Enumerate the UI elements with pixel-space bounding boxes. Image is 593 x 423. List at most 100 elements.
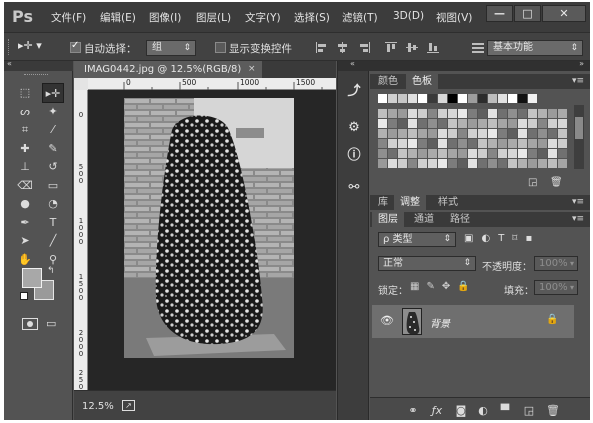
swatch[interactable]: [548, 109, 557, 118]
swatch[interactable]: [448, 129, 457, 138]
swatch[interactable]: [378, 129, 387, 138]
swatch[interactable]: [538, 149, 547, 158]
panels-header[interactable]: »: [370, 59, 590, 71]
options-grip[interactable]: [8, 39, 11, 55]
align-left-icon[interactable]: [316, 42, 328, 53]
collapse-arrows-icon[interactable]: «: [7, 59, 12, 68]
swatch[interactable]: [458, 139, 467, 148]
swatch[interactable]: [518, 109, 527, 118]
swatch[interactable]: [388, 149, 397, 158]
swatch[interactable]: [408, 129, 417, 138]
auto-select-checkbox[interactable]: ✓: [70, 40, 81, 53]
swatch[interactable]: [558, 149, 567, 158]
swatch[interactable]: [468, 139, 477, 148]
menu-file[interactable]: 文件(F): [51, 10, 86, 25]
layer-row-background[interactable]: 👁 背景 🔒: [372, 305, 574, 338]
swatch[interactable]: [508, 139, 517, 148]
horizontal-ruler[interactable]: 0 500 1000 1500: [88, 78, 336, 90]
trash-icon[interactable]: 🗑: [546, 404, 560, 418]
menu-3d[interactable]: 3D(D): [393, 10, 424, 22]
brush-tool-icon[interactable]: ✎: [42, 139, 64, 159]
swatch[interactable]: [488, 94, 497, 103]
swatch[interactable]: [418, 119, 427, 128]
move-tool-preset-icon[interactable]: ▸✛ ▾: [18, 39, 42, 52]
swatch[interactable]: [448, 119, 457, 128]
swatch[interactable]: [498, 119, 507, 128]
swatch[interactable]: [408, 159, 417, 168]
filter-adjustment-icon[interactable]: ◐: [481, 233, 498, 244]
menu-select[interactable]: 选择(S): [294, 10, 330, 25]
collapse-panels-icon[interactable]: »: [579, 59, 584, 68]
swatch[interactable]: [458, 149, 467, 158]
lock-transparent-icon[interactable]: ▦: [410, 281, 426, 292]
filter-type-icon[interactable]: T: [498, 233, 512, 244]
swatch[interactable]: [438, 149, 447, 158]
swatch[interactable]: [508, 159, 517, 168]
swatch[interactable]: [378, 94, 387, 103]
foreground-color-front[interactable]: [22, 268, 42, 288]
marquee-tool-icon[interactable]: ⬚: [14, 83, 36, 103]
eye-visibility-icon[interactable]: 👁: [380, 314, 394, 327]
swatch[interactable]: [518, 139, 527, 148]
lasso-tool-icon[interactable]: ᔕ: [14, 102, 36, 122]
swatch[interactable]: [508, 109, 517, 118]
swatch[interactable]: [458, 119, 467, 128]
swatch[interactable]: [518, 129, 527, 138]
new-layer-icon[interactable]: ◲: [522, 404, 536, 418]
maximize-button[interactable]: □: [514, 5, 541, 22]
swatch[interactable]: [528, 159, 537, 168]
swatch[interactable]: [438, 94, 447, 103]
swatch[interactable]: [398, 109, 407, 118]
swatch[interactable]: [408, 109, 417, 118]
swatch[interactable]: [458, 129, 467, 138]
stamp-tool-icon[interactable]: ⊥: [14, 157, 36, 177]
swatch[interactable]: [548, 159, 557, 168]
pen-tool-icon[interactable]: ✒: [14, 213, 36, 233]
auto-select-dropdown[interactable]: 组 ⇕: [146, 40, 196, 56]
swatch[interactable]: [418, 94, 427, 103]
layer-name[interactable]: 背景: [430, 315, 450, 330]
opacity-field[interactable]: 100% ▾: [534, 256, 578, 271]
swatch[interactable]: [498, 139, 507, 148]
swatch[interactable]: [428, 149, 437, 158]
tab-color[interactable]: 颜色: [372, 74, 404, 89]
swatch[interactable]: [478, 119, 487, 128]
lock-position-icon[interactable]: ✥: [442, 281, 457, 292]
swatch[interactable]: [398, 149, 407, 158]
path-select-tool-icon[interactable]: ➤: [14, 231, 36, 251]
history-icon[interactable]: ⤴: [345, 83, 363, 101]
tab-swatches[interactable]: 色板: [406, 74, 438, 89]
menu-filter[interactable]: 滤镜(T): [342, 10, 378, 25]
swatch[interactable]: [518, 159, 527, 168]
eyedropper-tool-icon[interactable]: ⁄: [42, 120, 64, 140]
swatch[interactable]: [528, 109, 537, 118]
menu-view[interactable]: 视图(V): [436, 10, 472, 25]
swatch[interactable]: [538, 109, 547, 118]
swatch[interactable]: [398, 119, 407, 128]
align-bottom-icon[interactable]: [427, 42, 439, 53]
close-button[interactable]: ✕: [542, 5, 586, 22]
swatch[interactable]: [498, 149, 507, 158]
zoom-level[interactable]: 12.5%: [82, 401, 114, 412]
properties-icon[interactable]: ⚙: [345, 119, 363, 137]
tab-channels[interactable]: 通道: [408, 212, 440, 227]
swatch[interactable]: [378, 109, 387, 118]
swatch[interactable]: [468, 159, 477, 168]
menu-type[interactable]: 文字(Y): [245, 10, 281, 25]
swatch[interactable]: [378, 119, 387, 128]
swatch[interactable]: [518, 119, 527, 128]
link-layers-icon[interactable]: ⚭: [406, 404, 420, 418]
hand-tool-icon[interactable]: ✋: [14, 250, 36, 270]
swatch[interactable]: [438, 109, 447, 118]
vertical-ruler[interactable]: 0 500 1000 1500 2000 2500: [74, 90, 88, 398]
filter-pixel-icon[interactable]: ▣: [464, 233, 481, 244]
swatch[interactable]: [478, 94, 487, 103]
swatch[interactable]: [558, 139, 567, 148]
swatch[interactable]: [558, 129, 567, 138]
swatch[interactable]: [438, 139, 447, 148]
swatch[interactable]: [388, 159, 397, 168]
swatch[interactable]: [398, 129, 407, 138]
swatch[interactable]: [478, 159, 487, 168]
new-group-icon[interactable]: ▀: [498, 404, 512, 418]
swatch[interactable]: [388, 94, 397, 103]
